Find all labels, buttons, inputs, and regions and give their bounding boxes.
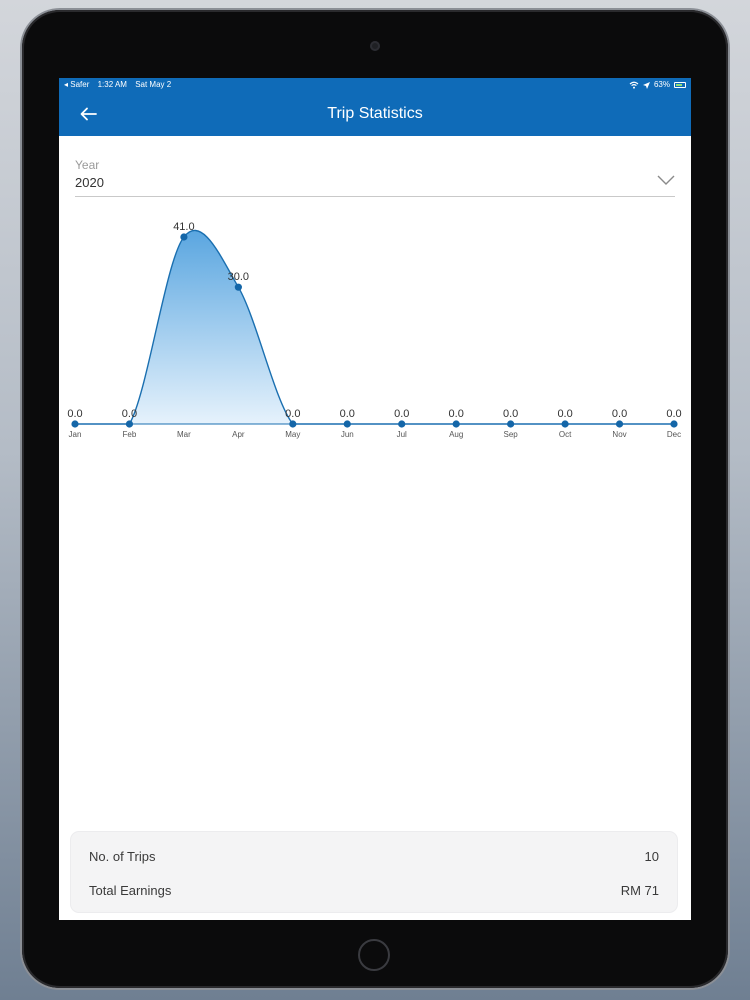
chart-tick-label-may: May	[285, 430, 300, 439]
chart-point-sep	[507, 420, 515, 428]
chart-data-label-nov: 0.0	[612, 408, 627, 420]
summary-card: No. of Trips 10 Total Earnings RM 71	[71, 832, 677, 912]
chart-point-feb	[125, 420, 134, 428]
chart-data-label-oct: 0.0	[557, 408, 572, 420]
chart-tick-label-mar: Mar	[177, 430, 191, 439]
chart-point-apr	[234, 283, 242, 291]
chart-data-label-mar: 41.0	[173, 221, 194, 233]
chart-area-fill	[75, 230, 674, 424]
chart-data-label-feb: 0.0	[122, 408, 137, 420]
trips-row: No. of Trips 10	[89, 849, 659, 864]
chart-tick-label-nov: Nov	[612, 430, 626, 439]
chart-tick-label-oct: Oct	[559, 430, 572, 439]
chart-data-label-aug: 0.0	[449, 408, 464, 420]
chart-data-label-may: 0.0	[285, 408, 300, 420]
chart-tick-label-apr: Apr	[232, 430, 245, 439]
chart-data-label-jan: 0.0	[67, 408, 82, 420]
earnings-row: Total Earnings RM 71	[89, 883, 659, 898]
chart-point-jun	[343, 420, 351, 428]
chart-point-mar	[180, 233, 188, 241]
front-camera	[370, 41, 380, 51]
chart-point-may	[289, 420, 297, 428]
earnings-value: RM 71	[620, 883, 659, 898]
trips-label: No. of Trips	[89, 849, 156, 864]
chart-data-label-jun: 0.0	[340, 408, 355, 420]
chart-data-label-sep: 0.0	[503, 408, 518, 420]
chart-point-jan	[71, 420, 79, 428]
chart-data-label-apr: 30.0	[228, 271, 249, 283]
chart-point-aug	[452, 420, 460, 428]
earnings-label: Total Earnings	[89, 883, 172, 898]
chart-tick-label-feb: Feb	[123, 430, 137, 439]
chart-tick-label-jul: Jul	[397, 430, 407, 439]
chart-data-label-jul: 0.0	[394, 408, 409, 420]
chart-tick-label-jan: Jan	[69, 430, 82, 439]
chart-tick-label-sep: Sep	[504, 430, 519, 439]
chart-tick-label-jun: Jun	[341, 430, 354, 439]
home-button[interactable]	[358, 939, 390, 971]
chart-point-jul	[398, 420, 406, 428]
chart-point-dec	[670, 420, 678, 428]
chart-tick-label-dec: Dec	[667, 430, 681, 439]
chart-data-label-dec: 0.0	[666, 408, 681, 420]
app-screen: ◂ Safer 1:32 AM Sat May 2 63% Trip Stati…	[59, 78, 691, 920]
tablet-frame: ◂ Safer 1:32 AM Sat May 2 63% Trip Stati…	[22, 10, 728, 988]
chart-tick-label-aug: Aug	[449, 430, 463, 439]
chart-point-oct	[561, 420, 569, 428]
trip-chart: 0.0 Jan 0.0 Feb 41.0 Mar 30.0 Apr 0.0 May 0.0 Jun 0.…	[67, 221, 681, 439]
trips-value: 10	[644, 849, 659, 864]
chart-point-nov	[615, 420, 624, 428]
